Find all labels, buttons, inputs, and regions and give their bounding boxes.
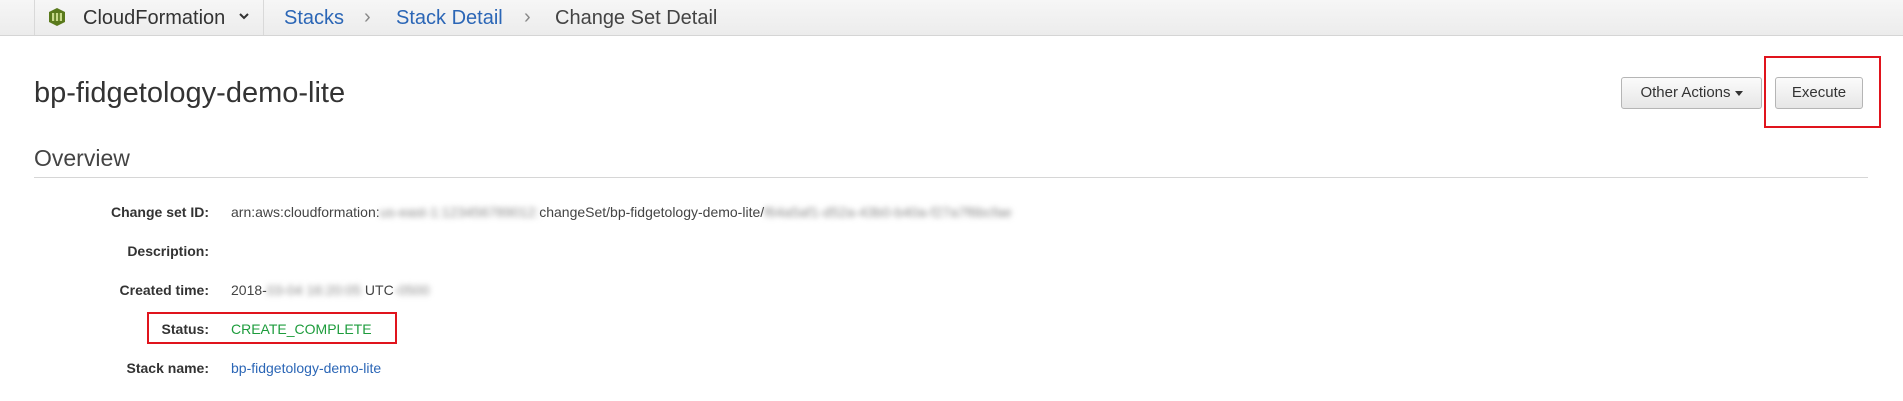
other-actions-dropdown-button[interactable]: Other Actions	[1621, 77, 1762, 109]
stack-name-link[interactable]: bp-fidgetology-demo-lite	[231, 360, 381, 376]
change-set-id-path: changeSet/bp-fidgetology-demo-lite/	[539, 204, 765, 220]
top-nav-bar: CloudFormation Stacks › Stack Detail › C…	[0, 0, 1903, 36]
created-time-year: 2018-	[231, 282, 267, 298]
created-time-zone: UTC	[361, 282, 394, 298]
breadcrumb-stack-detail[interactable]: Stack Detail	[396, 7, 503, 30]
description-label: Description:	[127, 243, 209, 259]
redacted-account-id: us-east-1:123456789012:	[379, 204, 540, 220]
breadcrumb-current-page: Change Set Detail	[555, 7, 718, 29]
other-actions-label: Other Actions	[1640, 84, 1731, 101]
cloudformation-icon	[49, 8, 65, 26]
change-set-id-prefix: arn:aws:cloudformation:	[231, 204, 380, 220]
redacted-date-time: 03-04 16:20:05	[266, 282, 362, 298]
created-time-value: 2018-03-04 16:20:05 UTC-0500	[231, 282, 430, 298]
change-set-id-value: arn:aws:cloudformation:us-east-1:1234567…	[231, 204, 1012, 220]
page-title: bp-fidgetology-demo-lite	[34, 77, 346, 109]
overview-heading: Overview	[34, 145, 130, 171]
stack-name-label: Stack name:	[126, 360, 209, 376]
breadcrumb-separator: ›	[364, 6, 371, 28]
execute-highlight-box	[1764, 56, 1881, 128]
divider	[34, 177, 1868, 178]
created-time-label: Created time:	[119, 282, 209, 298]
redacted-offset: -0500	[393, 282, 430, 298]
chevron-down-icon	[239, 13, 249, 20]
redacted-change-set-uuid: f64a5af1-d52a-43b0-b40a-f27a7f6bcfae	[764, 204, 1012, 220]
status-highlight-box	[147, 312, 397, 344]
caret-down-icon	[1734, 90, 1743, 96]
breadcrumb-separator: ›	[524, 6, 531, 28]
breadcrumb-stacks[interactable]: Stacks	[284, 7, 344, 30]
service-switcher[interactable]: CloudFormation	[34, 0, 264, 35]
service-name: CloudFormation	[83, 7, 226, 29]
change-set-id-label: Change set ID:	[110, 204, 209, 220]
